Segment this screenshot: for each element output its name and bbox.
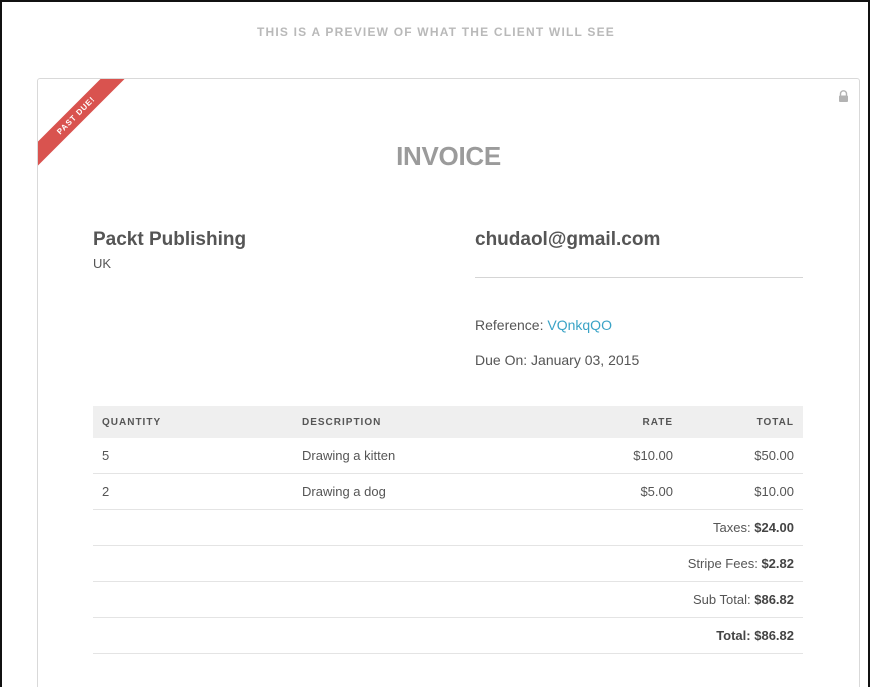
total-label: Total:: [716, 628, 751, 643]
table-row: 2 Drawing a dog $5.00 $10.00: [93, 474, 803, 510]
cell-quantity: 5: [102, 448, 110, 463]
stripe-fees-label: Stripe Fees:: [687, 556, 758, 571]
invoice-title: INVOICE: [396, 141, 501, 171]
table-header: QUANTITY DESCRIPTION RATE TOTAL: [93, 406, 803, 438]
total-row: Total: $86.82: [93, 618, 803, 654]
cell-quantity: 2: [102, 484, 110, 499]
table-row: 5 Drawing a kitten $10.00 $50.00: [93, 438, 803, 474]
taxes-label: Taxes:: [713, 520, 751, 535]
reference-line: Reference: VQnkqQO: [475, 317, 612, 333]
due-label: Due On:: [475, 352, 528, 368]
client-country: UK: [93, 256, 112, 271]
sub-total-value: $86.82: [754, 592, 794, 607]
cell-rate: $5.00: [640, 484, 673, 499]
cell-description: Drawing a dog: [302, 484, 386, 499]
reference-link[interactable]: VQnkqQO: [547, 317, 612, 333]
cell-total: $50.00: [754, 448, 794, 463]
total-value: $86.82: [754, 628, 794, 643]
divider: [475, 277, 803, 278]
recipient-email: chudaol@gmail.com: [475, 229, 661, 250]
lock-icon[interactable]: [838, 90, 849, 102]
taxes-row: Taxes: $24.00: [93, 510, 803, 546]
column-header-quantity: QUANTITY: [102, 416, 162, 428]
reference-label: Reference:: [475, 317, 544, 333]
taxes-value: $24.00: [754, 520, 794, 535]
preview-banner: THIS IS A PREVIEW OF WHAT THE CLIENT WIL…: [256, 25, 615, 39]
column-header-description: DESCRIPTION: [302, 416, 382, 428]
cell-total: $10.00: [754, 484, 794, 499]
stripe-fees-value: $2.82: [761, 556, 794, 571]
due-date: January 03, 2015: [531, 352, 640, 368]
invoice-card: PAST DUE! INVOICE Packt Publishing UK ch…: [37, 78, 860, 687]
sub-total-label: Sub Total:: [693, 592, 751, 607]
cell-rate: $10.00: [633, 448, 673, 463]
stripe-fees-row: Stripe Fees: $2.82: [93, 546, 803, 582]
sub-total-row: Sub Total: $86.82: [93, 582, 803, 618]
client-name: Packt Publishing: [93, 229, 247, 250]
due-date-line: Due On: January 03, 2015: [475, 352, 639, 368]
cell-description: Drawing a kitten: [302, 448, 396, 463]
column-header-rate: RATE: [642, 416, 673, 428]
column-header-total: TOTAL: [756, 416, 794, 428]
line-items-table: QUANTITY DESCRIPTION RATE TOTAL 5 Drawin…: [93, 406, 803, 654]
